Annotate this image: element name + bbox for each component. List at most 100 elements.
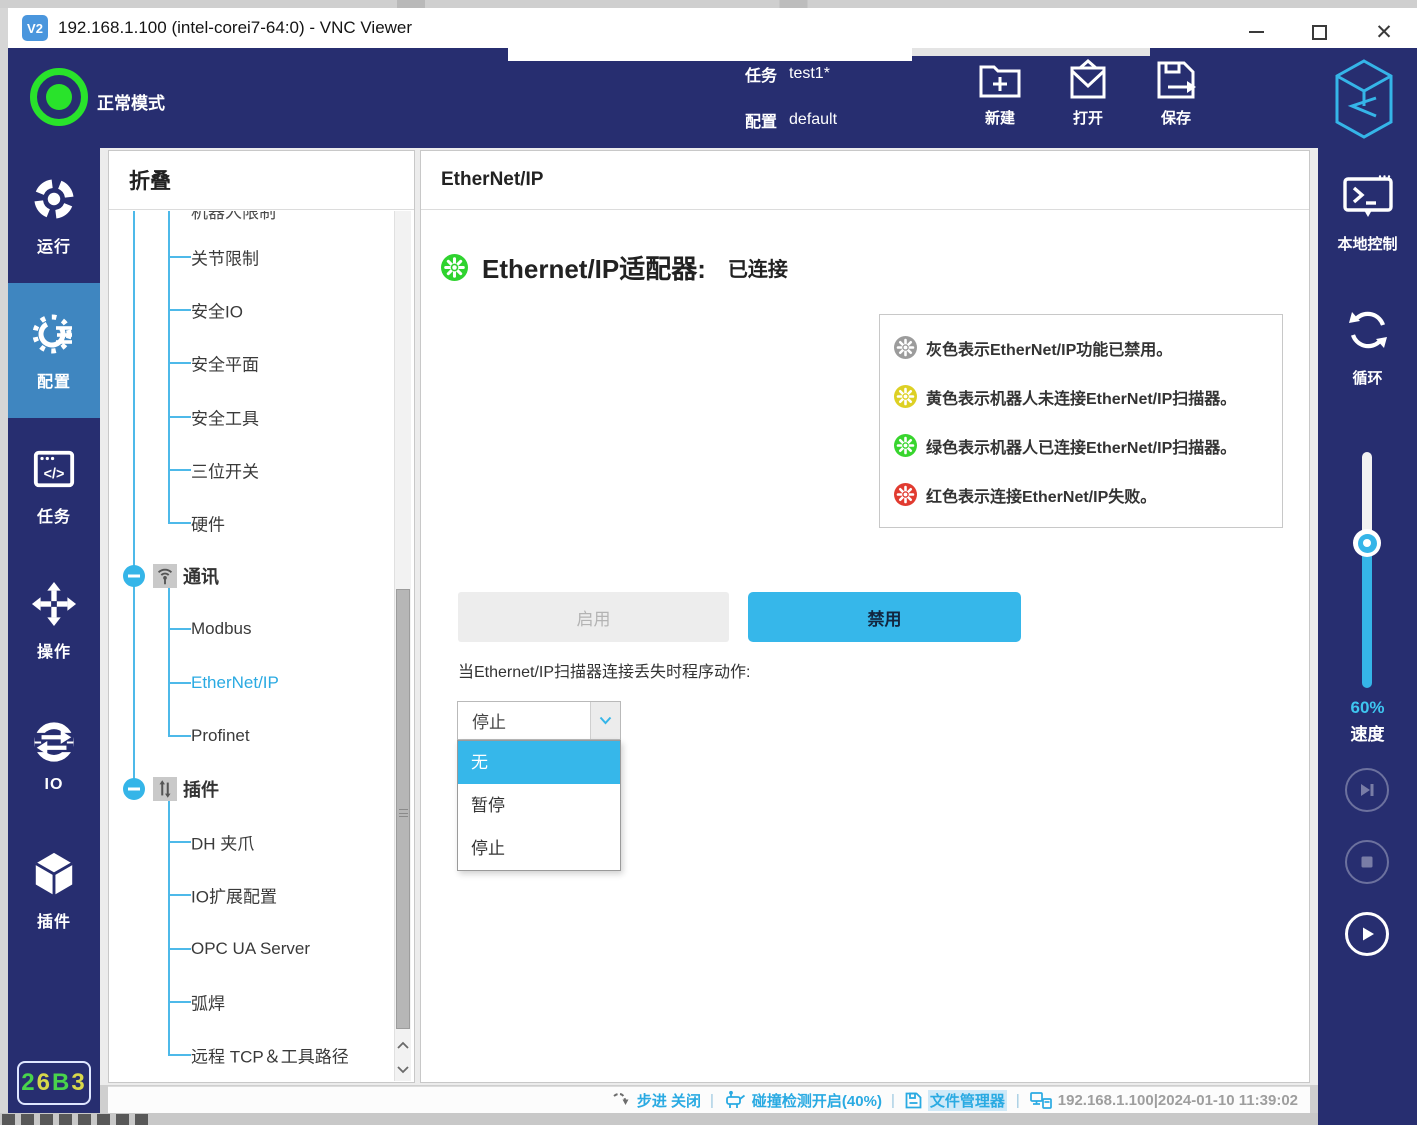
save-label: 保存 — [1161, 107, 1191, 128]
tree-item-label: 安全工具 — [191, 405, 259, 430]
collision-detection-status[interactable]: 碰撞检测开启(40%) — [723, 1090, 882, 1111]
file-manager-button[interactable]: 文件管理器 — [904, 1090, 1007, 1111]
open-button[interactable]: 打开 — [1054, 59, 1122, 128]
tree-item-io[interactable]: IO扩展配置 — [109, 868, 389, 922]
tree-connector-tick — [168, 1001, 191, 1003]
tree-item-[interactable]: 硬件 — [109, 496, 389, 550]
play-button[interactable] — [1345, 912, 1389, 956]
tree-connector-tick — [168, 894, 191, 896]
enable-button[interactable]: 启用 — [458, 592, 729, 642]
collision-status-text: 碰撞检测开启(40%) — [752, 1090, 882, 1111]
tree-item-dh[interactable]: DH 夹爪 — [109, 815, 389, 869]
sidebar-item-label: 操作 — [37, 638, 71, 662]
tree-item-tcp[interactable]: 远程 TCP＆工具路径 — [109, 1028, 389, 1082]
disable-button[interactable]: 禁用 — [748, 592, 1021, 642]
vnc-title-bar: V2 192.168.1.100 (intel-corei7-64:0) - V… — [8, 8, 1417, 48]
status-asterisk-icon — [894, 385, 917, 408]
divider: | — [1016, 1092, 1020, 1109]
io-icon — [30, 718, 78, 766]
tree-item-opcuaserver[interactable]: OPC UA Server — [109, 922, 389, 976]
tree-collapse-header[interactable]: 折叠 — [109, 151, 414, 210]
tree-item-label: 安全平面 — [191, 351, 259, 376]
local-control-button[interactable]: 本地控制 — [1318, 174, 1417, 254]
tree-item-[interactable]: 安全工具 — [109, 390, 389, 444]
open-label: 打开 — [1073, 107, 1103, 128]
new-button[interactable]: 新建 — [966, 59, 1034, 128]
screenshot-notch-artifact — [508, 48, 912, 61]
maximize-button[interactable] — [1299, 20, 1339, 44]
run-icon — [30, 175, 78, 223]
scroll-up-icon[interactable] — [395, 1033, 411, 1057]
status-code-badge[interactable]: 26B3 — [17, 1061, 91, 1105]
config-tree-panel: 折叠 机器人限制 关节限制安全IO 安全平面安全工具三位开关硬件通讯 Modbus E… — [108, 150, 415, 1083]
tree-scrollbar[interactable] — [394, 211, 411, 1081]
maximize-icon — [1312, 25, 1327, 40]
step-mode-status[interactable]: 步进 关闭 — [612, 1090, 701, 1111]
status-asterisk-icon — [894, 483, 917, 506]
tree-content: 机器人限制 关节限制安全IO 安全平面安全工具三位开关硬件通讯 Modbus Ethe… — [109, 211, 414, 1083]
program-action-dropdown: 无暂停停止 — [457, 740, 621, 871]
sidebar-item-plugin[interactable]: 插件 — [8, 823, 100, 958]
local-control-icon — [1342, 174, 1394, 225]
close-button[interactable]: ✕ — [1364, 20, 1404, 44]
sidebar-item-task[interactable]: </>任务 — [8, 418, 100, 553]
left-sidebar: 运行配置</>任务操作 IO插件 26B3 — [8, 148, 100, 1113]
task-row: 任务 test1* — [745, 62, 837, 86]
tree-item-label: 三位开关 — [191, 458, 259, 483]
sidebar-item-run[interactable]: 运行 — [8, 148, 100, 283]
robot-mode-indicator-icon — [30, 68, 88, 126]
save-button[interactable]: 保存 — [1142, 59, 1210, 128]
tree-item-[interactable]: 三位开关 — [109, 443, 389, 497]
status-asterisk-icon — [894, 336, 917, 359]
stop-button[interactable] — [1345, 840, 1389, 884]
tree-item-label: 通讯 — [183, 563, 219, 589]
chevron-down-icon[interactable] — [590, 702, 620, 739]
tree-item-[interactable]: 插件 — [109, 762, 389, 816]
tree-item-profinet[interactable]: Profinet — [109, 709, 389, 763]
network-icon — [1029, 1090, 1053, 1110]
dropdown-option-暂停[interactable]: 暂停 — [458, 784, 620, 827]
tree-item-[interactable]: 关节限制 — [109, 230, 389, 284]
program-action-select[interactable]: 停止 — [457, 701, 621, 740]
step-status-text: 步进 关闭 — [637, 1090, 701, 1111]
loop-button[interactable]: 循环 — [1318, 306, 1417, 388]
tree-item-clipped[interactable]: 机器人限制 — [191, 211, 276, 223]
tree-item-modbus[interactable]: Modbus — [109, 602, 389, 656]
adapter-status-row: Ethernet/IP适配器: 已连接 — [441, 249, 788, 286]
tree-item-io[interactable]: 安全IO — [109, 283, 389, 337]
minimize-button[interactable] — [1236, 20, 1276, 44]
tree-item-[interactable]: 弧焊 — [109, 975, 389, 1029]
dropdown-option-停止[interactable]: 停止 — [458, 827, 620, 870]
scrollbar-thumb[interactable] — [396, 589, 410, 1029]
tree-item-[interactable]: 安全平面 — [109, 336, 389, 390]
legend-text: 黄色表示机器人未连接EtherNet/IP扫描器。 — [926, 385, 1236, 409]
sidebar-item-operate[interactable]: 操作 — [8, 553, 100, 688]
scroll-down-icon[interactable] — [395, 1057, 411, 1081]
sidebar-item-io[interactable]: IO — [8, 688, 100, 823]
slider-thumb[interactable] — [1353, 529, 1381, 557]
operate-icon — [30, 580, 78, 628]
screen-edge-artifact — [0, 1113, 1318, 1125]
antenna-icon — [153, 564, 177, 588]
tree-connector-tick — [168, 735, 191, 737]
tree-item-ethernetip[interactable]: EtherNet/IP — [109, 656, 389, 710]
sidebar-item-config[interactable]: 配置 — [8, 283, 100, 418]
legend-row: 黄色表示机器人未连接EtherNet/IP扫描器。 — [894, 385, 1268, 409]
tree-item-[interactable]: 通讯 — [109, 549, 389, 603]
legend-text: 红色表示连接EtherNet/IP失败。 — [926, 483, 1156, 507]
collapse-minus-icon[interactable] — [122, 777, 146, 801]
tree-item-label: EtherNet/IP — [191, 673, 279, 693]
legend-text: 灰色表示EtherNet/IP功能已禁用。 — [926, 336, 1172, 360]
tree-connector-tick — [168, 628, 191, 630]
window-title: 192.168.1.100 (intel-corei7-64:0) - VNC … — [58, 18, 412, 38]
open-icon — [1066, 59, 1110, 101]
tree-item-label: 插件 — [183, 776, 219, 802]
collision-robot-icon — [723, 1090, 747, 1110]
collapse-minus-icon[interactable] — [122, 564, 146, 588]
legend-text: 绿色表示机器人已连接EtherNet/IP扫描器。 — [926, 434, 1236, 458]
adapter-label: Ethernet/IP适配器: — [482, 249, 706, 286]
slider-track-lower[interactable] — [1362, 543, 1372, 688]
step-forward-button[interactable] — [1345, 768, 1389, 812]
header-actions: 新建打开 保存 — [966, 59, 1210, 128]
dropdown-option-无[interactable]: 无 — [458, 741, 620, 784]
